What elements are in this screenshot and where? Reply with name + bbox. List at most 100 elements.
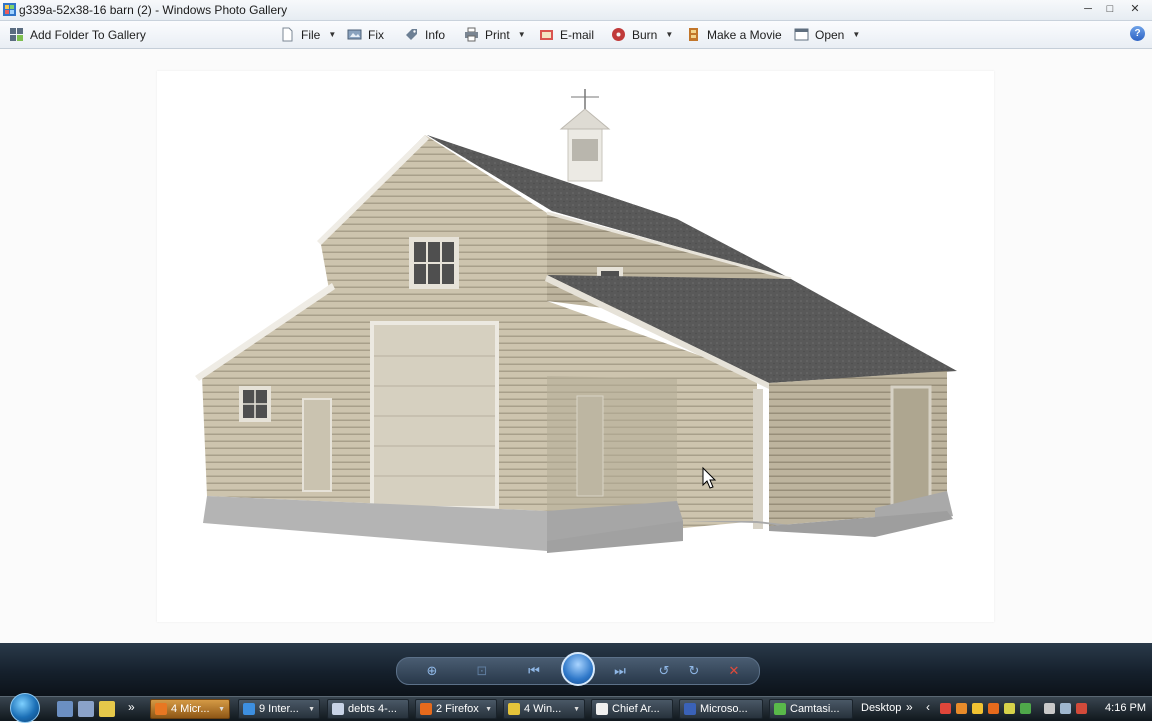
taskbar-app-icon [774, 703, 786, 715]
rotate-left-icon[interactable]: ↺ [655, 663, 673, 679]
print-menu[interactable]: Print ▼ [464, 21, 526, 48]
taskbar-app-icon [596, 703, 608, 715]
photo-frame [157, 71, 994, 622]
title-bar: g339a-52x38-16 barn (2) - Windows Photo … [0, 0, 1152, 21]
delete-icon[interactable]: ✕ [725, 663, 743, 679]
minimize-button[interactable]: ─ [1078, 2, 1098, 16]
file-menu[interactable]: File ▼ [280, 21, 336, 48]
tray-expand-icon[interactable]: ‹ [926, 700, 930, 714]
email-label: E-mail [560, 27, 595, 42]
taskbar-button-label: 9 Inter... [259, 703, 299, 715]
tray-app-icon[interactable] [956, 703, 967, 714]
start-button-icon[interactable] [10, 693, 40, 723]
taskbar-button[interactable]: 4 Micr... ▼ [150, 699, 230, 719]
taskbar-button[interactable]: Camtasi... [769, 699, 853, 719]
fix-icon [347, 29, 362, 40]
open-window-icon [794, 28, 809, 41]
taskbar-button[interactable]: 9 Inter... ▼ [238, 699, 320, 719]
toolbar-overflow-icon[interactable]: » [906, 700, 913, 714]
taskbar: » 4 Micr... ▼ 9 Inter... ▼ debts 4-... 2 F… [0, 693, 1152, 723]
disc-icon [612, 28, 625, 41]
make-movie-label: Make a Movie [707, 27, 782, 42]
taskbar-button-label: Camtasi... [790, 703, 840, 715]
taskbar-app-icon [508, 703, 520, 715]
taskbar-app-icon [420, 703, 432, 715]
command-bar: Add Folder To Gallery File ▼ Fix Info Pri… [0, 21, 1152, 49]
taskbar-button[interactable]: 2 Firefox ▼ [415, 699, 497, 719]
help-icon[interactable]: ? [1130, 26, 1145, 41]
network-icon[interactable] [1044, 703, 1055, 714]
tray-app-icon[interactable] [972, 703, 983, 714]
add-folder-label: Add Folder To Gallery [30, 27, 146, 42]
desktop-toolbar-label[interactable]: Desktop [861, 702, 901, 714]
show-desktop-icon[interactable] [57, 701, 73, 717]
taskbar-button-label: 2 Firefox [436, 703, 479, 715]
open-label: Open [815, 27, 845, 42]
chevron-down-icon: ▼ [308, 705, 315, 713]
quicklaunch-overflow-icon[interactable]: » [128, 700, 135, 714]
control-pill: ⊕ ⊡ ⏮ ⏭ ↺ ↻ ✕ [396, 652, 760, 686]
slideshow-icon[interactable] [561, 652, 595, 686]
chevron-down-icon: ▼ [665, 30, 674, 39]
info-button[interactable]: Info [404, 21, 445, 48]
maximize-button[interactable]: □ [1100, 2, 1120, 16]
file-icon [282, 27, 293, 42]
barn-image [195, 89, 957, 553]
taskbar-app-icon [332, 703, 344, 715]
chevron-down-icon: ▼ [517, 30, 526, 39]
close-button[interactable]: ✕ [1122, 2, 1148, 16]
printer-icon [465, 27, 478, 42]
photo-viewer [0, 49, 1152, 643]
tray-app-icon[interactable] [940, 703, 951, 714]
quicklaunch-app-icon[interactable] [99, 701, 115, 717]
taskbar-button[interactable]: debts 4-... [327, 699, 409, 719]
taskbar-button-label: Microso... [700, 703, 748, 715]
burn-menu[interactable]: Burn ▼ [611, 21, 673, 48]
photo-gallery-app-icon [3, 3, 16, 16]
fix-button[interactable]: Fix [347, 21, 384, 48]
fix-label: Fix [368, 27, 384, 42]
taskbar-app-icon [243, 703, 255, 715]
chevron-down-icon: ▼ [218, 705, 225, 713]
next-icon[interactable]: ⏭ [611, 663, 629, 679]
chevron-down-icon: ▼ [328, 30, 337, 39]
email-icon [540, 30, 553, 40]
playback-control-bar: ⊕ ⊡ ⏮ ⏭ ↺ ↻ ✕ [0, 643, 1152, 696]
email-button[interactable]: E-mail [539, 21, 594, 48]
chevron-down-icon: ▼ [573, 705, 580, 713]
taskbar-button[interactable]: Microso... [679, 699, 763, 719]
film-icon [689, 28, 698, 41]
add-folder-button[interactable]: Add Folder To Gallery [9, 21, 146, 48]
taskbar-app-icon [684, 703, 696, 715]
make-movie-button[interactable]: Make a Movie [686, 21, 782, 48]
tray-app-icon[interactable] [1004, 703, 1015, 714]
rotate-right-icon[interactable]: ↻ [685, 663, 703, 679]
taskbar-button[interactable]: Chief Ar... [591, 699, 673, 719]
open-menu[interactable]: Open ▼ [794, 21, 860, 48]
tray-app-icon[interactable] [988, 703, 999, 714]
window-controls: ─ □ ✕ [1078, 2, 1148, 16]
taskbar-button-label: debts 4-... [348, 703, 397, 715]
taskbar-button-label: 4 Micr... [171, 703, 210, 715]
actual-size-icon[interactable]: ⊡ [473, 663, 491, 679]
print-label: Print [485, 27, 510, 42]
taskbar-button-label: 4 Win... [524, 703, 562, 715]
info-label: Info [425, 27, 446, 42]
volume-icon[interactable] [1060, 703, 1071, 714]
chevron-down-icon: ▼ [852, 30, 861, 39]
chevron-down-icon: ▼ [485, 705, 492, 713]
taskbar-clock[interactable]: 4:16 PM [1105, 702, 1146, 714]
tag-icon [406, 29, 417, 40]
window-title: g339a-52x38-16 barn (2) - Windows Photo … [19, 3, 288, 17]
switch-windows-icon[interactable] [78, 701, 94, 717]
tray-app-icon[interactable] [1076, 703, 1087, 714]
taskbar-button-label: Chief Ar... [612, 703, 660, 715]
taskbar-app-icon [155, 703, 167, 715]
taskbar-button[interactable]: 4 Win... ▼ [503, 699, 585, 719]
add-folder-icon [10, 28, 23, 41]
zoom-icon[interactable]: ⊕ [423, 663, 441, 679]
burn-label: Burn [632, 27, 658, 42]
file-label: File [301, 27, 321, 42]
previous-icon[interactable]: ⏮ [525, 663, 543, 679]
tray-app-icon[interactable] [1020, 703, 1031, 714]
